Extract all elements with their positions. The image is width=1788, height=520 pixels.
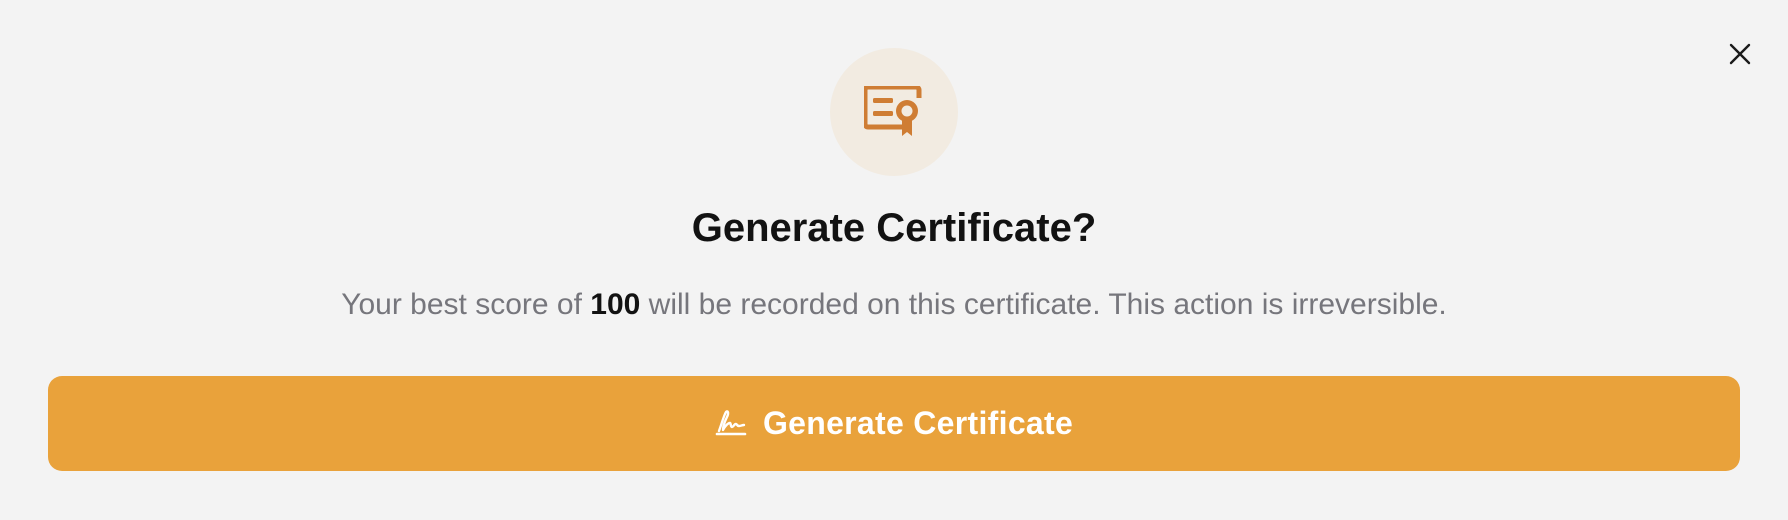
generate-certificate-button[interactable]: Generate Certificate [48, 376, 1740, 471]
dialog-title: Generate Certificate? [691, 206, 1097, 250]
message-text-before: Your best score of [341, 288, 591, 321]
certificate-icon [864, 86, 922, 136]
dialog-message: Your best score of 100 will be recorded … [0, 285, 1788, 325]
generate-certificate-button-label: Generate Certificate [762, 405, 1074, 441]
message-text-after: will be recorded on this certificate. Th… [640, 288, 1447, 321]
close-icon [1729, 43, 1751, 65]
generate-certificate-dialog: Generate Certificate? Your best score of… [0, 0, 1788, 520]
signature-icon [715, 409, 747, 439]
certificate-icon-badge [830, 48, 958, 176]
close-button[interactable] [1722, 36, 1758, 72]
best-score-value: 100 [590, 288, 641, 321]
